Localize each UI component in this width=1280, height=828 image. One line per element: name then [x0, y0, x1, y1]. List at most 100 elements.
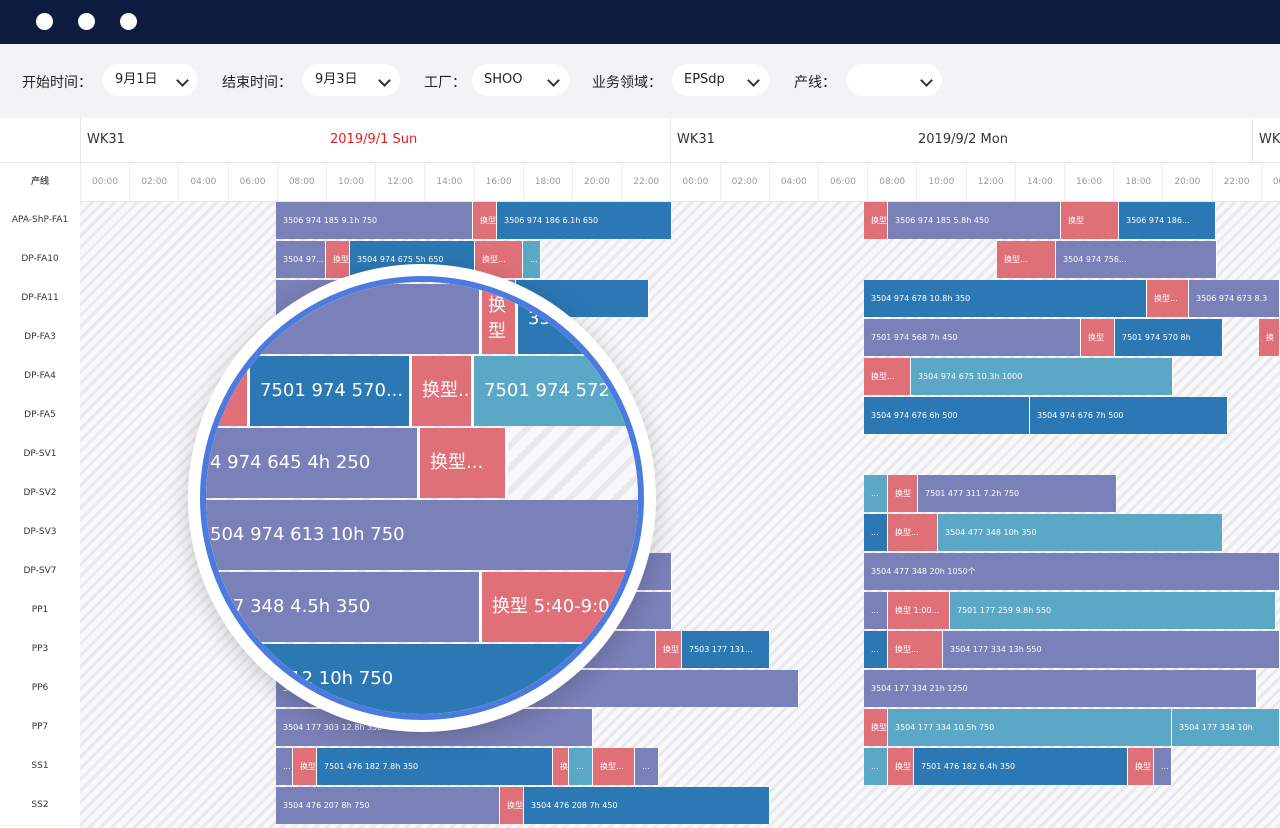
gantt-task-bar[interactable]: 换型: [293, 748, 317, 785]
magnified-task-bar: [206, 356, 250, 426]
window-dot-close[interactable]: [36, 13, 53, 30]
gantt-task-bar[interactable]: ...: [864, 631, 888, 668]
gantt-task-bar[interactable]: 换型...: [997, 241, 1056, 278]
gantt-task-bar[interactable]: ...: [1154, 748, 1172, 785]
hour-label: 12:00: [375, 163, 424, 201]
gantt-task-bar[interactable]: 换型: [656, 631, 682, 668]
gantt-task-bar[interactable]: 换型: [1128, 748, 1154, 785]
week-label: WK: [1252, 118, 1280, 162]
gantt-task-bar[interactable]: 3504 177 334 21h 1250: [864, 670, 1257, 707]
gantt-task-bar[interactable]: 换型: [326, 241, 350, 278]
hour-label: 18:00: [1113, 163, 1162, 201]
gantt-task-bar[interactable]: 3506 974 186 6.1h 650: [497, 202, 672, 239]
hour-label: 12:00: [965, 163, 1015, 201]
gantt-task-bar[interactable]: 换型: [888, 475, 918, 512]
gantt-task-bar[interactable]: 3504 476 207 8h 750: [276, 787, 500, 824]
line-select[interactable]: [847, 64, 942, 96]
gantt-task-bar[interactable]: 3504 974 675 10.3h 1000: [911, 358, 1173, 395]
gantt-task-bar[interactable]: 3504 476 208 7h 450: [524, 787, 770, 824]
gantt-task-bar[interactable]: 7501 476 182 6.4h 350: [914, 748, 1128, 785]
hour-label: 16:00: [1064, 163, 1113, 201]
gantt-task-bar[interactable]: 换: [1259, 319, 1280, 356]
gantt-task-bar[interactable]: 3504 974 676 7h 500: [1030, 397, 1228, 434]
gantt-task-bar[interactable]: 3506 974 673 8.3: [1189, 280, 1280, 317]
gantt-task-bar[interactable]: ...: [864, 748, 888, 785]
gantt-task-bar[interactable]: ...: [523, 241, 541, 278]
gantt-task-bar[interactable]: ...: [864, 475, 888, 512]
window-dot-maximize[interactable]: [120, 13, 137, 30]
end-time-value: 9月3日: [315, 72, 358, 87]
gantt-task-bar[interactable]: 3506 974 186...: [1119, 202, 1216, 239]
gantt-task-bar[interactable]: 换型: [888, 748, 914, 785]
end-time-select[interactable]: 9月3日: [303, 64, 400, 96]
magnified-task-bar: 换型...: [420, 428, 508, 498]
gantt-task-bar[interactable]: ...: [276, 748, 293, 785]
gantt-task-bar[interactable]: 3504 97...: [276, 241, 326, 278]
gantt-task-bar[interactable]: 7503 177 131...: [682, 631, 770, 668]
hour-label: 22:00: [621, 163, 670, 201]
start-time-select[interactable]: 9月1日: [103, 64, 198, 96]
gantt-task-bar[interactable]: ...: [635, 748, 659, 785]
gantt-task-bar[interactable]: ...: [864, 514, 888, 551]
gantt-task-bar[interactable]: 3504 177 334 10.5h 750: [888, 709, 1172, 746]
gantt-task-bar[interactable]: 3504 477 348 20h 1050个: [864, 553, 1280, 590]
gantt-task-bar[interactable]: 换型: [500, 787, 524, 824]
gantt-task-bar[interactable]: 7501 177 259 9.8h 550: [950, 592, 1276, 629]
factory-select[interactable]: SHOO: [472, 64, 569, 96]
gantt-task-bar[interactable]: 3506 974 185 5.8h 450: [888, 202, 1061, 239]
row-label: PP6: [0, 669, 80, 709]
gantt-task-bar[interactable]: 换型...: [593, 748, 635, 785]
gantt-task-bar[interactable]: 3504 177 334 13h 550: [943, 631, 1280, 668]
row-label: APA-ShP-FA1: [0, 201, 80, 241]
gantt-task-bar[interactable]: ...: [569, 748, 593, 785]
gantt-task-bar[interactable]: 换型: [864, 202, 888, 239]
gantt-task-bar[interactable]: 3504 177 334 10h: [1172, 709, 1280, 746]
gantt-task-bar[interactable]: 换型: [1061, 202, 1119, 239]
filter-bar: 开始时间： 9月1日 结束时间： 9月3日 工厂： SHOO 业务领域： EPS…: [0, 44, 1280, 118]
domain-label: 业务领域：: [592, 75, 662, 91]
gantt-task-bar[interactable]: 换型...: [888, 631, 943, 668]
gantt-task-bar[interactable]: 7501 974 570 8h: [1115, 319, 1223, 356]
magnified-task-bar: 350: [518, 284, 638, 354]
chevron-down-icon: [920, 74, 933, 87]
gantt-task-bar[interactable]: 7501 477 311 7.2h 750: [918, 475, 1117, 512]
row-label: DP-FA5: [0, 396, 80, 436]
gantt-task-bar[interactable]: 3504 477 348 10h 350: [938, 514, 1223, 551]
gantt-task-bar[interactable]: 换型: [553, 748, 569, 785]
day-label: 2019/9/1 Sun: [330, 132, 418, 147]
gantt-task-bar[interactable]: 3504 974 676 6h 500: [864, 397, 1030, 434]
row-label: PP1: [0, 591, 80, 631]
hour-label: 04:00: [178, 163, 227, 201]
chevron-down-icon: [378, 74, 391, 87]
gantt-task-bar[interactable]: 3504 974 678 10.8h 350: [864, 280, 1147, 317]
gantt-task-bar[interactable]: 换型: [473, 202, 497, 239]
gantt-task-bar[interactable]: ...: [864, 592, 888, 629]
row-label: DP-FA4: [0, 357, 80, 397]
gantt-task-bar[interactable]: 换型...: [864, 358, 911, 395]
gantt-task-bar[interactable]: 换型 1:00...: [888, 592, 950, 629]
row-label: PP3: [0, 630, 80, 670]
gantt-task-bar[interactable]: 7501 476 182 7.8h 350: [317, 748, 553, 785]
gantt-task-bar[interactable]: 换型...: [888, 514, 938, 551]
gantt-task-bar[interactable]: 换型...: [1147, 280, 1189, 317]
magnified-task-bar: 换型...: [412, 356, 474, 426]
row-label: DP-FA10: [0, 240, 80, 280]
hour-label: 08:00: [867, 163, 916, 201]
line-label: 产线：: [794, 75, 836, 91]
row-label: DP-SV2: [0, 474, 80, 514]
row-label: DP-SV1: [0, 435, 80, 475]
magnified-task-bar: 504 974 613 10h 750: [206, 500, 638, 570]
gantt-task-bar[interactable]: 换型: [864, 709, 888, 746]
magnified-area: 5.3h 550 换型 350 7501 974 570... 换型... 7501 97…: [206, 282, 638, 714]
hour-label: 14:00: [1014, 163, 1064, 201]
domain-select[interactable]: EPSdp: [672, 64, 769, 96]
gantt-task-bar[interactable]: 7501 974 568 7h 450: [864, 319, 1081, 356]
magnifier-lens: 5.3h 550 换型 350 7501 974 570... 换型... 7501 97…: [188, 264, 656, 732]
chevron-down-icon: [747, 74, 760, 87]
gantt-task-bar[interactable]: 3506 974 185 9.1h 750: [276, 202, 473, 239]
gantt-task-bar[interactable]: 3504 974 756...: [1056, 241, 1217, 278]
start-time-value: 9月1日: [115, 72, 158, 87]
window-titlebar: [0, 0, 1280, 44]
gantt-task-bar[interactable]: 换型: [1081, 319, 1115, 356]
window-dot-minimize[interactable]: [78, 13, 95, 30]
